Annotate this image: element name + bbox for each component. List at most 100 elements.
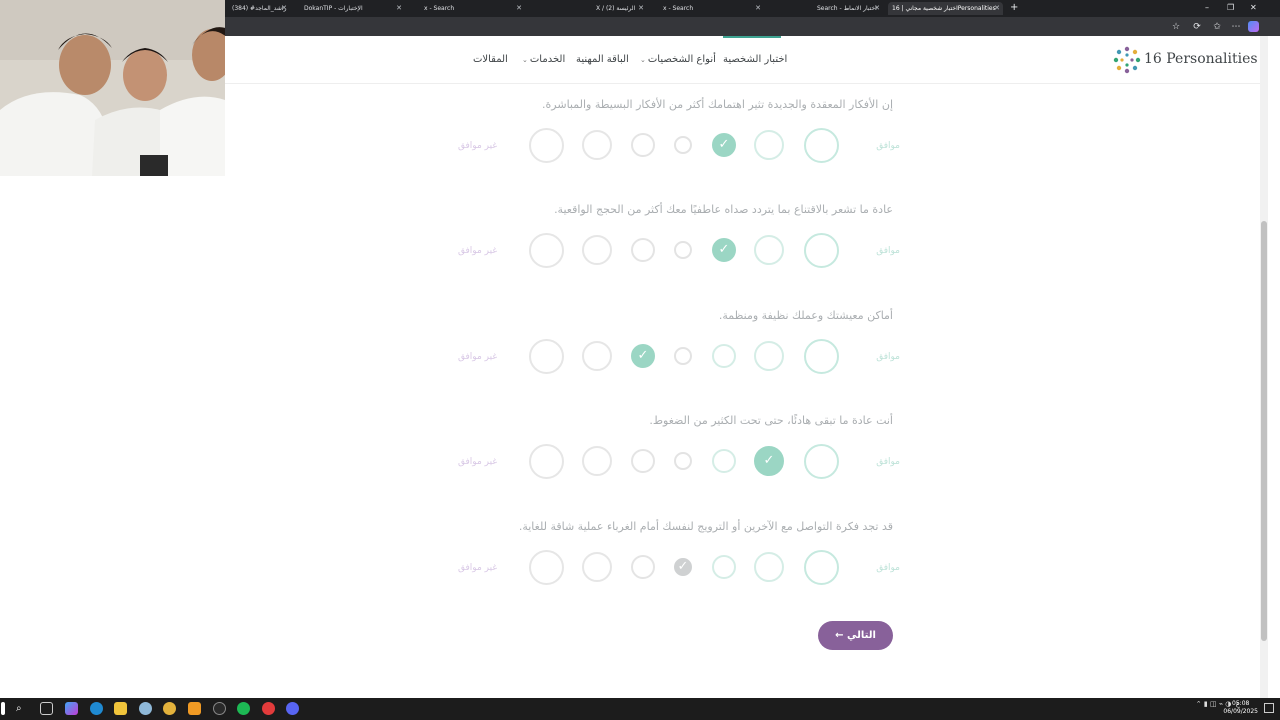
- answer-option-5[interactable]: [631, 555, 655, 579]
- browser-tab[interactable]: x - Search ✕: [420, 2, 525, 15]
- answer-option-2[interactable]: [754, 552, 784, 582]
- app-icon[interactable]: [188, 702, 201, 715]
- tab-title: Search - اختبار الانماط: [817, 5, 877, 12]
- check-icon: ✓: [677, 559, 689, 574]
- page-scrollbar[interactable]: [1260, 36, 1268, 698]
- discord-icon[interactable]: [286, 702, 299, 715]
- favorites-icon[interactable]: ✩: [1210, 20, 1224, 34]
- answer-option-7[interactable]: [528, 127, 564, 163]
- agree-label: موافق: [876, 457, 900, 467]
- answer-option-7[interactable]: [528, 338, 564, 374]
- answer-option-2[interactable]: ✓: [754, 446, 784, 476]
- tab-title: X / (2) الرئيسة: [596, 5, 636, 12]
- answer-option-6[interactable]: [582, 341, 612, 371]
- question-text: إن الأفكار المعقدة والجديدة تثير اهتمامك…: [542, 98, 893, 111]
- disagree-label: غير موافق: [458, 563, 498, 573]
- answer-option-6[interactable]: [582, 446, 612, 476]
- clock[interactable]: 05:08 06/09/2025: [1223, 700, 1258, 716]
- more-menu-icon[interactable]: ⋯: [1229, 20, 1243, 34]
- chrome-icon[interactable]: [163, 702, 176, 715]
- answer-option-3[interactable]: [712, 555, 736, 579]
- start-icon[interactable]: [1, 702, 5, 715]
- answer-option-2[interactable]: [754, 341, 784, 371]
- tab-close-icon[interactable]: ✕: [994, 2, 1000, 15]
- obs-icon[interactable]: [262, 702, 275, 715]
- notifications-icon[interactable]: [1264, 703, 1274, 713]
- browser-tab[interactable]: x - Search ✕: [659, 2, 764, 15]
- star-icon[interactable]: ☆: [1169, 20, 1183, 34]
- task-view-icon[interactable]: [40, 702, 53, 715]
- spotify-icon[interactable]: [237, 702, 250, 715]
- next-button[interactable]: ← التالي: [818, 621, 893, 650]
- app-icon[interactable]: [139, 702, 152, 715]
- browser-tab[interactable]: X / (2) الرئيسة ✕: [592, 2, 647, 15]
- answer-option-3[interactable]: ✓: [712, 133, 736, 157]
- window-restore-button[interactable]: ❐: [1227, 2, 1234, 14]
- window-minimize-button[interactable]: –: [1205, 2, 1209, 14]
- browser-tab[interactable]: DokanTIP - الإختبارات ✕: [300, 2, 405, 15]
- answer-option-4[interactable]: [674, 347, 692, 365]
- file-explorer-icon[interactable]: [114, 702, 127, 715]
- tab-close-icon[interactable]: ✕: [281, 2, 287, 15]
- tab-close-icon[interactable]: ✕: [755, 2, 761, 15]
- answer-option-3[interactable]: [712, 344, 736, 368]
- nav-types[interactable]: ⌄ أنواع الشخصيات: [638, 54, 716, 65]
- copilot-app-icon[interactable]: [65, 702, 78, 715]
- window-close-button[interactable]: ✕: [1250, 2, 1257, 14]
- tab-close-icon[interactable]: ✕: [874, 2, 880, 15]
- nav-test[interactable]: اختبار الشخصية: [723, 54, 787, 65]
- refresh-icon[interactable]: ⟳: [1190, 20, 1204, 34]
- answer-option-4[interactable]: ✓: [674, 558, 692, 576]
- answer-option-6[interactable]: [582, 552, 612, 582]
- agree-label: موافق: [876, 352, 900, 362]
- answer-option-7[interactable]: [528, 549, 564, 585]
- answer-option-5[interactable]: ✓: [631, 344, 655, 368]
- answer-option-1[interactable]: [803, 127, 839, 163]
- edge-icon[interactable]: [90, 702, 103, 715]
- answer-option-5[interactable]: [631, 449, 655, 473]
- check-icon: ✓: [763, 453, 775, 468]
- logo[interactable]: 16 Personalities: [1112, 45, 1258, 75]
- answer-option-2[interactable]: [754, 130, 784, 160]
- answer-option-4[interactable]: [674, 136, 692, 154]
- chevron-down-icon: ⌄: [640, 56, 646, 64]
- answer-option-2[interactable]: [754, 235, 784, 265]
- tab-close-icon[interactable]: ✕: [516, 2, 522, 15]
- answer-option-6[interactable]: [582, 130, 612, 160]
- answer-option-7[interactable]: [528, 443, 564, 479]
- question-text: أماكن معيشتك وعملك نظيفة ومنظمة.: [718, 309, 893, 322]
- question-text: أنت عادة ما تبقى هادئًا، حتى تحت الكثير …: [649, 414, 893, 427]
- answer-option-4[interactable]: [674, 452, 692, 470]
- answer-option-7[interactable]: [528, 232, 564, 268]
- nav-articles[interactable]: المقالات: [473, 54, 508, 65]
- browser-tab[interactable]: (384) #راشد_الماجد ✕: [228, 2, 290, 15]
- copilot-icon[interactable]: [1248, 21, 1259, 32]
- clock-date: 06/09/2025: [1223, 708, 1258, 715]
- arrow-left-icon: ←: [835, 630, 847, 641]
- nav-career[interactable]: الباقة المهنية: [576, 54, 629, 65]
- answer-option-1[interactable]: [803, 232, 839, 268]
- answer-option-1[interactable]: [803, 338, 839, 374]
- search-icon[interactable]: ⌕: [16, 702, 29, 715]
- scrollbar-thumb[interactable]: [1261, 221, 1267, 641]
- next-button-label: التالي: [846, 630, 876, 641]
- webcam-image: [0, 0, 225, 176]
- answer-option-6[interactable]: [582, 235, 612, 265]
- answer-option-4[interactable]: [674, 241, 692, 259]
- answer-option-1[interactable]: [803, 443, 839, 479]
- answer-option-5[interactable]: [631, 133, 655, 157]
- tab-close-icon[interactable]: ✕: [638, 2, 644, 15]
- disagree-label: غير موافق: [458, 457, 498, 467]
- app-icon[interactable]: [213, 702, 226, 715]
- webcam-overlay: [0, 0, 225, 176]
- browser-tab[interactable]: Search - اختبار الانماط ✕: [813, 2, 883, 15]
- answer-option-1[interactable]: [803, 549, 839, 585]
- answer-option-5[interactable]: [631, 238, 655, 262]
- answer-option-3[interactable]: [712, 449, 736, 473]
- tab-close-icon[interactable]: ✕: [396, 2, 402, 15]
- browser-tab-active[interactable]: اختبار شخصية مجاني | 16Personalities ✕: [888, 2, 1003, 15]
- logo-text: 16 Personalities: [1144, 51, 1258, 67]
- answer-option-3[interactable]: ✓: [712, 238, 736, 262]
- nav-services[interactable]: ⌄ الخدمات: [520, 54, 565, 65]
- new-tab-button[interactable]: +: [1010, 1, 1018, 15]
